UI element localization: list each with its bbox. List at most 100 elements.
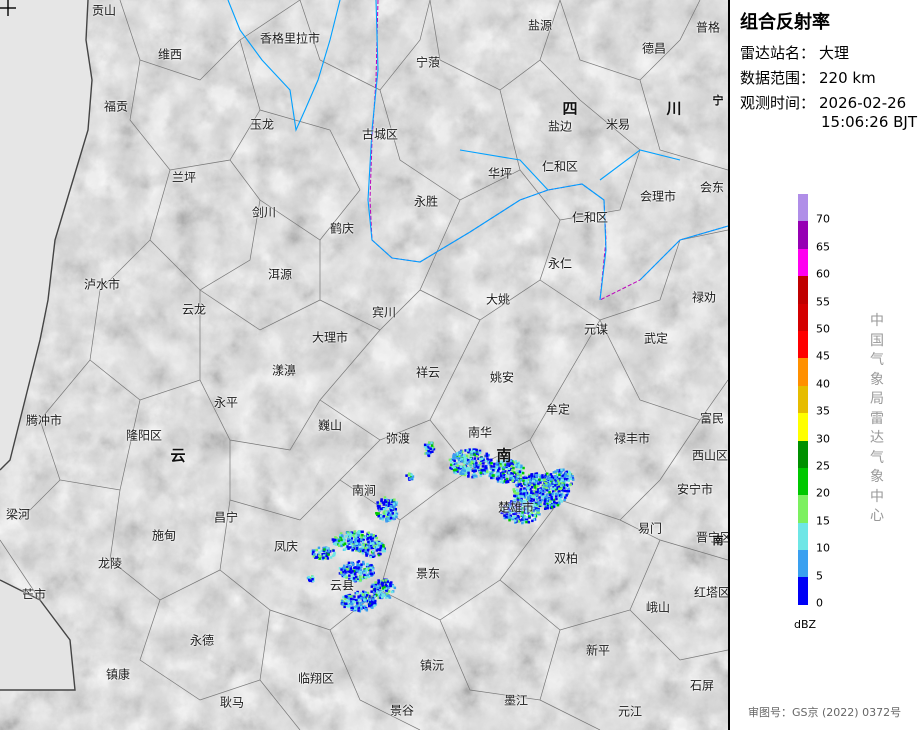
place-label: 宁蒗 bbox=[415, 55, 441, 70]
echo-pixel bbox=[375, 541, 379, 544]
echo-pixel bbox=[317, 546, 321, 550]
echo-pixel bbox=[485, 467, 488, 470]
legend-swatch bbox=[798, 440, 808, 468]
legend-swatch bbox=[798, 550, 808, 578]
echo-pixel bbox=[356, 563, 359, 566]
echo-pixel bbox=[551, 492, 554, 496]
echo-pixel bbox=[525, 520, 528, 524]
place-label: 泸水市 bbox=[83, 277, 121, 292]
echo-pixel bbox=[457, 461, 461, 464]
echo-pixel bbox=[543, 478, 546, 481]
echo-pixel bbox=[468, 460, 471, 464]
echo-pixel bbox=[519, 488, 523, 491]
echo-pixel bbox=[339, 542, 342, 545]
place-label: 盐边 bbox=[547, 119, 573, 134]
echo-pixel bbox=[334, 542, 337, 545]
radar-map[interactable]: 贡山 维西 香格里拉市 盐源 普格 德昌 宁蒗 福贡 玉龙 古城区 盐边 米易 兰坪 华坪 仁和区 会理市 会东… bbox=[0, 0, 728, 730]
echo-pixel bbox=[548, 483, 552, 487]
echo-pixel bbox=[356, 602, 359, 605]
echo-pixel bbox=[392, 502, 396, 506]
echo-pixel bbox=[369, 536, 372, 539]
echo-pixel bbox=[514, 492, 517, 495]
echo-pixel bbox=[375, 536, 379, 540]
echo-pixel bbox=[307, 575, 310, 579]
echo-pixel bbox=[508, 518, 511, 522]
echo-pixel bbox=[467, 475, 470, 478]
time-clock: 15:06:26 BJT bbox=[821, 113, 918, 131]
station-label: 雷达站名： bbox=[740, 44, 816, 62]
place-label: 安宁市 bbox=[676, 482, 714, 497]
legend-label: 0 bbox=[816, 596, 823, 610]
echo-pixel bbox=[379, 552, 382, 556]
echo-pixel bbox=[555, 481, 558, 485]
echo-pixel bbox=[387, 590, 391, 593]
place-label: 龙陵 bbox=[97, 556, 123, 571]
echo-pixel bbox=[536, 508, 539, 512]
echo-pixel bbox=[361, 549, 365, 553]
echo-pixel bbox=[334, 536, 337, 539]
place-label: 大姚 bbox=[485, 292, 511, 307]
echo-pixel bbox=[543, 502, 546, 506]
echo-pixel bbox=[361, 552, 365, 555]
echo-pixel bbox=[308, 578, 311, 582]
echo-pixel bbox=[394, 503, 398, 506]
place-label: 仁和区 bbox=[571, 210, 609, 225]
echo-pixel bbox=[360, 607, 363, 611]
echo-pixel bbox=[360, 538, 363, 542]
legend-swatch bbox=[798, 577, 808, 605]
echo-pixel bbox=[535, 479, 539, 483]
place-label: 富民 bbox=[699, 411, 725, 426]
echo-pixel bbox=[377, 512, 380, 515]
echo-pixel bbox=[456, 457, 460, 460]
range-value: 220 km bbox=[819, 69, 876, 87]
place-label: 米易 bbox=[605, 117, 631, 132]
place-label: 德昌 bbox=[641, 41, 667, 56]
echo-pixel bbox=[517, 465, 521, 468]
echo-pixel bbox=[349, 567, 353, 571]
echo-pixel bbox=[565, 494, 568, 497]
radar-center-icon bbox=[0, 0, 16, 16]
province-label: 四 bbox=[562, 99, 578, 118]
echo-pixel bbox=[521, 495, 524, 498]
place-label: 南涧 bbox=[351, 483, 377, 498]
legend-swatch bbox=[798, 330, 808, 359]
echo-pixel bbox=[542, 496, 545, 499]
echo-pixel bbox=[522, 492, 526, 495]
echo-pixel bbox=[362, 562, 365, 566]
legend-label: 60 bbox=[816, 267, 830, 281]
echo-pixel bbox=[362, 543, 366, 546]
echo-pixel bbox=[393, 498, 396, 501]
echo-pixel bbox=[478, 451, 482, 454]
echo-pixel bbox=[376, 590, 379, 593]
place-label: 福贡 bbox=[103, 99, 129, 114]
legend-swatch bbox=[798, 522, 808, 551]
echo-pixel bbox=[347, 547, 350, 550]
echo-pixel bbox=[363, 598, 366, 601]
legend-swatch bbox=[798, 413, 808, 441]
echo-pixel bbox=[514, 519, 517, 522]
echo-pixel bbox=[482, 468, 486, 472]
echo-pixel bbox=[479, 471, 483, 475]
echo-pixel bbox=[347, 600, 351, 603]
echo-pixel bbox=[463, 469, 466, 472]
echo-pixel bbox=[463, 461, 467, 464]
legend-label: 35 bbox=[816, 404, 830, 418]
echo-pixel bbox=[470, 450, 473, 454]
place-label: 易门 bbox=[637, 521, 663, 536]
echo-pixel bbox=[337, 539, 341, 543]
echo-pixel bbox=[519, 474, 522, 477]
echo-pixel bbox=[360, 597, 363, 600]
echo-pixel bbox=[475, 462, 478, 465]
echo-pixel bbox=[407, 473, 411, 477]
echo-pixel bbox=[536, 484, 539, 488]
echo-pixel bbox=[571, 475, 574, 478]
echo-pixel bbox=[394, 508, 397, 511]
echo-pixel bbox=[338, 544, 341, 547]
echo-pixel bbox=[483, 472, 487, 475]
echo-pixel bbox=[340, 544, 343, 548]
place-label: 镇康 bbox=[105, 667, 131, 682]
echo-pixel bbox=[552, 505, 556, 508]
echo-pixel bbox=[490, 465, 493, 468]
place-label: 红塔区 bbox=[693, 585, 728, 600]
echo-pixel bbox=[373, 587, 377, 591]
